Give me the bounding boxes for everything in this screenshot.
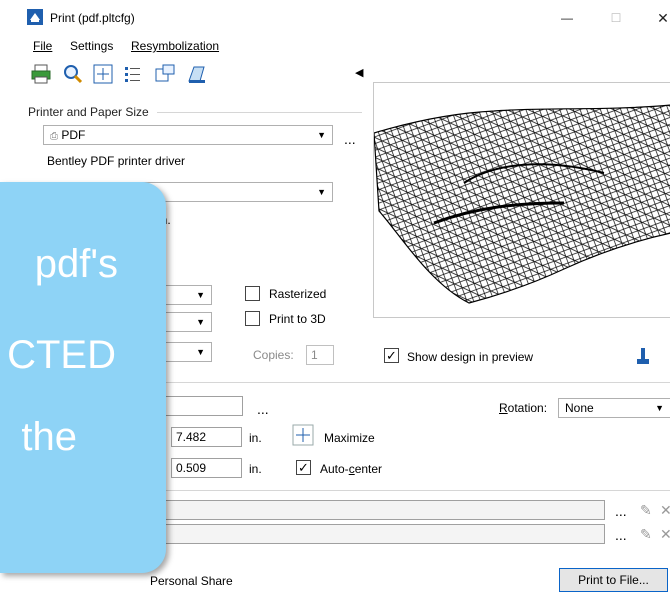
personal-share-label: Personal Share: [150, 574, 233, 588]
edit-icon[interactable]: ✎: [640, 526, 652, 543]
menu-file-label: File: [33, 39, 53, 53]
minimize-icon: —: [561, 11, 573, 25]
rotation-value: None: [565, 401, 594, 415]
print-to-file-button[interactable]: Print to File...: [559, 568, 668, 592]
print-app-icon: [27, 9, 43, 25]
list-icon[interactable]: [122, 63, 144, 85]
plot-icon[interactable]: [186, 63, 208, 85]
size-unit-1: in.: [249, 431, 262, 445]
chevron-down-icon: ▼: [317, 187, 326, 197]
file-path-more-2[interactable]: ...: [615, 527, 627, 543]
chevron-down-icon: ▼: [655, 403, 664, 413]
printer-select-value: PDF: [61, 128, 86, 142]
chevron-down-icon: ▼: [196, 290, 205, 300]
menu-resymbolization[interactable]: Resymbolization: [131, 39, 219, 53]
menu-file[interactable]: File: [33, 39, 52, 53]
menu-settings-label: Settings: [70, 39, 114, 53]
close-icon: ✕: [657, 10, 669, 26]
auto-center-label: Auto-center: [320, 462, 383, 476]
window-title: Print (pdf.pltcfg): [50, 11, 135, 25]
brush-icon[interactable]: [636, 347, 650, 367]
print-icon[interactable]: [30, 63, 52, 85]
callout-line-3: the: [21, 415, 77, 459]
clear-icon[interactable]: ✕: [660, 502, 670, 519]
print-preview: [373, 82, 670, 318]
rotation-select[interactable]: None ▼: [558, 398, 670, 418]
chevron-down-icon: ▼: [196, 347, 205, 357]
chevron-down-icon: ▼: [317, 130, 326, 140]
preview-icon[interactable]: [62, 63, 84, 85]
printer-group-divider: [157, 112, 362, 113]
design-preview-image: [373, 104, 670, 304]
rasterized-checkbox[interactable]: [245, 286, 260, 301]
section-divider-2: [150, 490, 670, 491]
clear-icon[interactable]: ✕: [660, 526, 670, 543]
size-value-2-input[interactable]: 0.509: [171, 458, 242, 478]
printer-group-label: Printer and Paper Size: [28, 105, 149, 119]
edit-icon[interactable]: ✎: [640, 502, 652, 519]
rotation-label: Rotation:: [499, 401, 548, 415]
file-path-more-1[interactable]: ...: [615, 503, 627, 519]
collapse-preview-icon[interactable]: ◀: [355, 66, 363, 79]
menu-resymbolization-label: Resymbolization: [131, 39, 220, 53]
print-3d-checkbox[interactable]: [245, 311, 260, 326]
callout-line-1: pdf's: [34, 242, 118, 286]
section-divider: [150, 382, 670, 383]
maximize-label: Maximize: [324, 431, 375, 445]
fit-icon[interactable]: [92, 63, 114, 85]
printer-select[interactable]: ⎙ PDF ▼: [43, 125, 333, 145]
show-design-label: Show design in preview: [407, 350, 534, 364]
size-unit-2: in.: [249, 462, 262, 476]
checkmark-icon: ✓: [386, 348, 397, 363]
auto-center-checkbox[interactable]: ✓: [296, 460, 311, 475]
callout-line-2: CTED: [7, 333, 116, 377]
minimize-button[interactable]: —: [552, 6, 582, 30]
maximize-icon[interactable]: [292, 424, 314, 446]
rasterized-label: Rasterized: [269, 287, 327, 301]
layout-icon[interactable]: [154, 63, 176, 85]
pdf-icon: ⎙: [50, 131, 58, 142]
maximize-button[interactable]: ☐: [601, 6, 631, 30]
close-button[interactable]: ✕: [648, 6, 670, 30]
print-3d-label: Print to 3D: [269, 312, 326, 326]
copies-input[interactable]: 1: [306, 345, 334, 365]
size-value-1-input[interactable]: 7.482: [171, 427, 242, 447]
maximize-icon: ☐: [610, 11, 622, 25]
printer-more-button[interactable]: ...: [344, 131, 356, 147]
chevron-down-icon: ▼: [196, 317, 205, 327]
checkmark-icon: ✓: [298, 460, 309, 475]
show-design-checkbox[interactable]: ✓: [384, 348, 399, 363]
layout-more-button[interactable]: ...: [257, 401, 269, 417]
file-path-input-1[interactable]: [150, 500, 605, 520]
file-path-input-2[interactable]: [150, 524, 605, 544]
menu-settings[interactable]: Settings: [70, 39, 113, 53]
copies-label: Copies:: [253, 348, 294, 362]
printer-driver-label: Bentley PDF printer driver: [47, 154, 186, 168]
